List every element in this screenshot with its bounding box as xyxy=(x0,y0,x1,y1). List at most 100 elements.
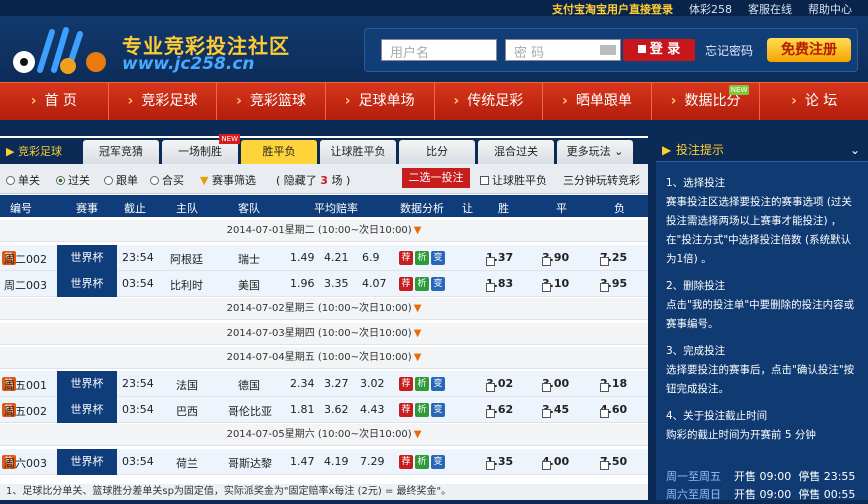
recommend-icon[interactable]: 荐 xyxy=(399,277,413,291)
help-center-link[interactable]: 帮助中心 xyxy=(800,1,860,17)
handicap-checkbox[interactable]: 让球胜平负 xyxy=(480,172,547,188)
three-minute-guide-link[interactable]: 三分钟玩转竞彩 xyxy=(563,172,640,188)
home-team[interactable]: 法国 xyxy=(176,377,198,393)
recommend-icon[interactable]: 荐 xyxy=(399,455,413,469)
lose-odds[interactable]: 4.60 xyxy=(600,403,627,418)
analyze-icon[interactable]: 析 xyxy=(415,377,429,391)
recommend-icon[interactable]: 荐 xyxy=(399,251,413,265)
away-team[interactable]: 德国 xyxy=(238,377,260,393)
online-service-link[interactable]: 客服在线 xyxy=(740,1,800,17)
odds-change-icon[interactable]: 变 xyxy=(431,277,445,291)
tab-one-win[interactable]: 一场制胜 NEW xyxy=(162,134,240,164)
login-button[interactable]: 登 录 xyxy=(623,39,695,61)
win-odds[interactable]: 1.37 xyxy=(486,251,513,266)
win-odds[interactable]: 1.35 xyxy=(486,455,513,470)
forgot-password-link[interactable]: 忘记密码 xyxy=(705,42,753,59)
match-row: 热 周六003 世界杯 03:54 荷兰 哥斯达黎 1.47 4.19 7.29… xyxy=(0,449,648,475)
analyze-icon[interactable]: 析 xyxy=(415,455,429,469)
odds-change-icon[interactable]: 变 xyxy=(431,377,445,391)
draw-odds[interactable]: 3.90 xyxy=(542,251,569,266)
date-row[interactable]: 2014-07-02星期三 (10:00~次日10:00) ▼ xyxy=(0,298,648,320)
home-team[interactable]: 比利时 xyxy=(170,277,203,293)
tab-win-draw-lose[interactable]: 胜平负 xyxy=(241,140,317,164)
date-row[interactable]: 2014-07-05星期六 (10:00~次日10:00) ▼ xyxy=(0,424,648,446)
nav-football[interactable]: 竞彩足球 xyxy=(109,83,218,120)
analyze-icon[interactable]: 析 xyxy=(415,251,429,265)
tab-score[interactable]: 比分 xyxy=(399,140,475,164)
site-logo[interactable] xyxy=(10,24,110,76)
lose-odds[interactable]: 3.95 xyxy=(600,277,627,292)
home-team[interactable]: 荷兰 xyxy=(176,455,198,471)
keyboard-icon[interactable] xyxy=(600,45,616,55)
avg-odds-1: 1.81 xyxy=(290,403,315,416)
odds-change-icon[interactable]: 变 xyxy=(431,251,445,265)
nav-single[interactable]: 足球单场 xyxy=(326,83,435,120)
lose-odds[interactable]: 7.25 xyxy=(600,251,627,266)
match-filter[interactable]: ▼ 赛事筛选 xyxy=(200,172,256,188)
draw-odds[interactable]: 3.00 xyxy=(542,377,569,392)
match-time: 03:54 xyxy=(122,277,154,290)
tab-more[interactable]: 更多玩法 ⌄ xyxy=(557,140,633,164)
collapse-arrow-icon[interactable]: ▼ xyxy=(414,303,422,314)
nav-traditional[interactable]: 传统足彩 xyxy=(435,83,544,120)
avg-odds-1: 1.47 xyxy=(290,455,315,468)
league-badge[interactable]: 世界杯 xyxy=(57,245,117,271)
away-team[interactable]: 哥斯达黎 xyxy=(228,455,272,471)
col-draw: 平 xyxy=(556,202,567,215)
nav-basketball[interactable]: 竞彩篮球 xyxy=(217,83,326,120)
nav-home[interactable]: 首 页 xyxy=(0,83,109,120)
collapse-arrow-icon[interactable]: ▼ xyxy=(414,429,422,440)
lose-odds[interactable]: 2.18 xyxy=(600,377,627,392)
away-team[interactable]: 美国 xyxy=(238,277,260,293)
collapse-arrow-icon[interactable]: ▼ xyxy=(414,352,422,363)
radio-combine[interactable]: 合买 xyxy=(150,172,184,188)
radio-parlay[interactable]: 过关 xyxy=(56,172,90,188)
username-input[interactable]: 用户名 xyxy=(381,39,497,61)
odds-change-icon[interactable]: 变 xyxy=(431,403,445,417)
collapse-arrow-icon[interactable]: ▼ xyxy=(414,225,422,236)
nav-share[interactable]: 晒单跟单 xyxy=(543,83,652,120)
home-team[interactable]: 阿根廷 xyxy=(170,251,203,267)
away-team[interactable]: 瑞士 xyxy=(238,251,260,267)
date-row[interactable]: 2014-07-04星期五 (10:00~次日10:00) ▼ xyxy=(0,347,648,369)
tab-mixed[interactable]: 混合过关 xyxy=(478,140,554,164)
draw-odds[interactable]: 4.00 xyxy=(542,455,569,470)
tips-header: ▶ 投注提示 ⌄ xyxy=(656,138,868,162)
tc258-link[interactable]: 体彩258 xyxy=(681,1,740,17)
away-team[interactable]: 哥伦比亚 xyxy=(228,403,272,419)
register-button[interactable]: 免费注册 xyxy=(767,38,851,62)
match-row: 热 周二002 世界杯 23:54 阿根廷 瑞士 1.49 4.21 6.9 荐… xyxy=(0,245,648,271)
league-badge[interactable]: 世界杯 xyxy=(57,371,117,397)
collapse-icon[interactable]: ⌄ xyxy=(850,138,860,162)
match-time: 23:54 xyxy=(122,251,154,264)
alipay-login-link[interactable]: 支付宝淘宝用户直接登录 xyxy=(544,1,681,17)
draw-odds[interactable]: 3.10 xyxy=(542,277,569,292)
recommend-icon[interactable]: 荐 xyxy=(399,377,413,391)
tab-champion[interactable]: 冠军竞猜 xyxy=(83,140,159,164)
radio-follow[interactable]: 跟单 xyxy=(104,172,138,188)
home-team[interactable]: 巴西 xyxy=(176,403,198,419)
nav-forum[interactable]: 论 坛 xyxy=(760,83,868,120)
login-box: 用户名 密 码 登 录 忘记密码 免费注册 xyxy=(364,28,858,72)
radio-single[interactable]: 单关 xyxy=(6,172,40,188)
nav-scores[interactable]: 数据比分NEW xyxy=(652,83,761,120)
league-badge[interactable]: 世界杯 xyxy=(57,449,117,475)
odds-change-icon[interactable]: 变 xyxy=(431,455,445,469)
date-row[interactable]: 2014-07-01星期二 (10:00~次日10:00) ▼ xyxy=(0,220,648,242)
win-odds[interactable]: 3.02 xyxy=(486,377,513,392)
league-badge[interactable]: 世界杯 xyxy=(57,271,117,297)
league-badge[interactable]: 世界杯 xyxy=(57,397,117,423)
win-odds[interactable]: 1.83 xyxy=(486,277,513,292)
pick-two-button[interactable]: 二选一投注 xyxy=(402,168,470,188)
win-odds[interactable]: 1.62 xyxy=(486,403,513,418)
recommend-icon[interactable]: 荐 xyxy=(399,403,413,417)
password-input[interactable]: 密 码 xyxy=(505,39,621,61)
col-handicap: 让 xyxy=(462,202,473,215)
date-row[interactable]: 2014-07-03星期四 (10:00~次日10:00) ▼ xyxy=(0,323,648,345)
draw-odds[interactable]: 3.45 xyxy=(542,403,569,418)
lose-odds[interactable]: 7.50 xyxy=(600,455,627,470)
analyze-icon[interactable]: 析 xyxy=(415,403,429,417)
tab-handicap[interactable]: 让球胜平负 xyxy=(320,140,396,164)
analyze-icon[interactable]: 析 xyxy=(415,277,429,291)
collapse-arrow-icon[interactable]: ▼ xyxy=(414,328,422,339)
